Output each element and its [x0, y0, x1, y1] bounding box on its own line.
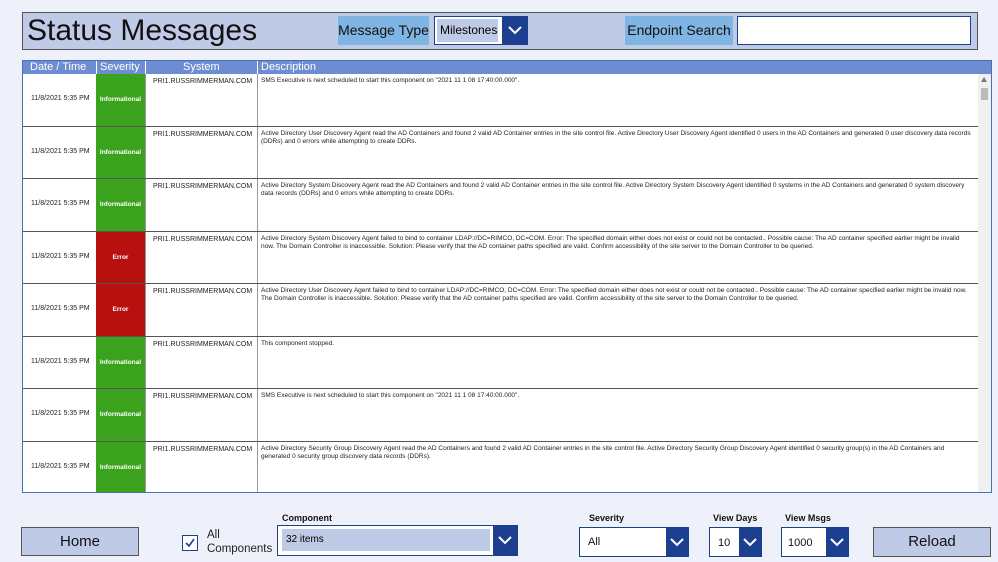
cell-description: SMS Executive is next scheduled to start… [261, 77, 520, 84]
cell-system: PRI1.RUSSRIMMERMAN.COM [153, 288, 253, 295]
view-days-chevron[interactable] [739, 528, 761, 556]
component-combobox[interactable]: 32 items [277, 525, 518, 556]
table-row[interactable]: 11/8/2021 5:35 PM Informational PRI1.RUSSR… [23, 179, 978, 232]
cell-description: Active Directory System Discovery Agent … [261, 182, 965, 197]
table-row[interactable]: 11/8/2021 5:35 PM Informational PRI1.RUSSR… [23, 74, 978, 127]
cell-severity-badge: Informational [96, 179, 145, 231]
cell-description: Active Directory User Discovery Agent re… [261, 129, 971, 145]
column-header-description[interactable]: Description [261, 61, 316, 74]
cell-system: PRI1.RUSSRIMMERMAN.COM [153, 235, 253, 243]
view-days-value: 10 [718, 537, 731, 549]
endpoint-search-label: Endpoint Search [625, 16, 733, 45]
chevron-down-icon [670, 537, 684, 546]
grid-rows: 11/8/2021 5:35 PM Informational PRI1.RUSSR… [23, 74, 978, 492]
grid-header: Date / Time Severity System Description [23, 61, 991, 74]
cell-date-time: 11/8/2021 5:35 PM [31, 252, 90, 260]
view-msgs-chevron[interactable] [826, 528, 848, 556]
scroll-up-icon[interactable] [981, 77, 987, 82]
cell-severity-badge: Error [96, 284, 145, 336]
all-components-checkbox[interactable] [182, 535, 198, 551]
cell-severity-badge: Informational [96, 126, 145, 178]
cell-description: Active Directory User Discovery Agent fa… [261, 287, 967, 302]
view-msgs-label: View Msgs [785, 513, 831, 523]
cell-severity-badge: Informational [96, 441, 145, 492]
cell-description: Active Directory Security Group Discover… [261, 444, 945, 460]
cell-date-time: 11/8/2021 5:35 PM [31, 95, 90, 102]
endpoint-search-input[interactable] [737, 16, 971, 45]
cell-severity-badge: Informational [96, 389, 145, 441]
status-messages-grid: Date / Time Severity System Description … [22, 60, 992, 493]
severity-value: All [588, 536, 601, 548]
scroll-thumb[interactable] [981, 88, 988, 100]
table-row[interactable]: 11/8/2021 5:35 PM Informational PRI1.RUSSR… [23, 441, 978, 492]
severity-dropdown[interactable]: All [579, 527, 689, 557]
cell-date-time: 11/8/2021 5:35 PM [31, 410, 90, 417]
cell-severity-badge: Informational [96, 74, 145, 126]
reload-button[interactable]: Reload [873, 527, 991, 557]
cell-date-time: 11/8/2021 5:35 PM [31, 147, 90, 155]
cell-severity-badge: Error [96, 231, 145, 283]
chevron-down-icon [498, 536, 512, 545]
vertical-scrollbar[interactable] [978, 74, 991, 492]
column-header-date[interactable]: Date / Time [30, 61, 86, 74]
message-type-value: Milestones [437, 19, 498, 42]
table-row[interactable]: 11/8/2021 5:35 PM Error PRI1.RUSSRIMMERMAN… [23, 284, 978, 337]
cell-description: This component stopped. [261, 339, 334, 347]
view-days-dropdown[interactable]: 10 [709, 527, 762, 557]
cell-date-time: 11/8/2021 5:35 PM [31, 200, 90, 207]
message-type-dropdown[interactable]: Milestones [434, 16, 528, 45]
column-header-severity[interactable]: Severity [100, 61, 140, 74]
component-label: Component [282, 513, 332, 523]
cell-date-time: 11/8/2021 5:35 PM [31, 305, 90, 312]
view-days-label: View Days [713, 513, 758, 523]
chevron-down-icon [743, 537, 757, 546]
cell-date-time: 11/8/2021 5:35 PM [31, 357, 90, 365]
column-header-system[interactable]: System [183, 61, 220, 74]
view-msgs-value: 1000 [788, 537, 813, 549]
message-type-chevron[interactable] [502, 17, 527, 44]
severity-chevron[interactable] [666, 528, 688, 556]
view-msgs-dropdown[interactable]: 1000 [781, 527, 849, 557]
checkmark-icon [185, 538, 195, 548]
cell-system: PRI1.RUSSRIMMERMAN.COM [153, 340, 253, 348]
cell-description: Active Directory System Discovery Agent … [261, 234, 960, 250]
table-row[interactable]: 11/8/2021 5:35 PM Informational PRI1.RUSSR… [23, 336, 978, 389]
chevron-down-icon [830, 537, 844, 546]
component-chevron[interactable] [493, 526, 517, 555]
component-value: 32 items [282, 529, 490, 551]
cell-severity-badge: Informational [96, 336, 145, 388]
cell-system: PRI1.RUSSRIMMERMAN.COM [153, 130, 253, 138]
cell-description: SMS Executive is next scheduled to start… [261, 392, 520, 399]
cell-system: PRI1.RUSSRIMMERMAN.COM [153, 445, 253, 453]
page-title: Status Messages [27, 14, 258, 47]
table-row[interactable]: 11/8/2021 5:35 PM Error PRI1.RUSSRIMMERMAN… [23, 231, 978, 284]
cell-date-time: 11/8/2021 5:35 PM [31, 462, 90, 470]
message-type-label: Message Type [338, 16, 429, 45]
severity-label: Severity [589, 513, 625, 523]
table-row[interactable]: 11/8/2021 5:35 PM Informational PRI1.RUSSR… [23, 389, 978, 442]
chevron-down-icon [507, 26, 522, 35]
all-components-label: All Components [207, 529, 273, 555]
table-row[interactable]: 11/8/2021 5:35 PM Informational PRI1.RUSSR… [23, 126, 978, 179]
cell-system: PRI1.RUSSRIMMERMAN.COM [153, 183, 253, 190]
home-button[interactable]: Home [21, 527, 139, 556]
cell-system: PRI1.RUSSRIMMERMAN.COM [153, 393, 253, 400]
header-bar: Status Messages Message Type Milestones … [22, 12, 978, 50]
cell-system: PRI1.RUSSRIMMERMAN.COM [153, 78, 253, 85]
